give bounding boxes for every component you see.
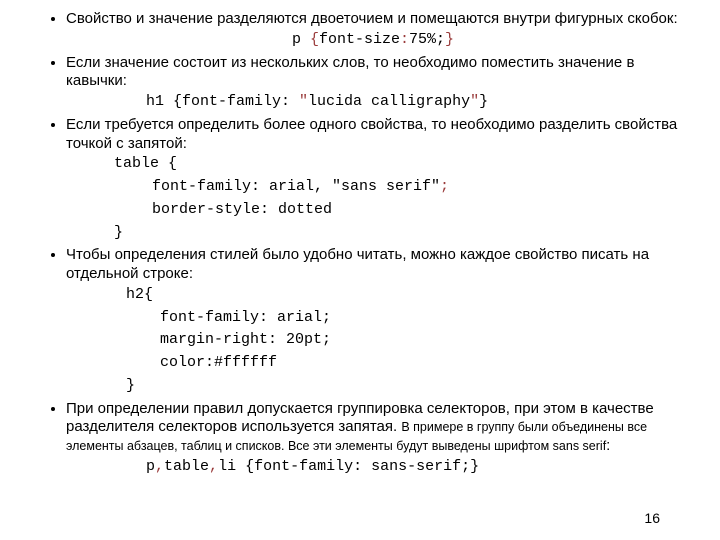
bullet-4-code-l5: } xyxy=(66,377,680,396)
bullet-3: Если требуется определить более одного с… xyxy=(66,116,680,243)
bullet-3-code-l2: font-family: arial, "sans serif"; xyxy=(66,178,680,197)
bullet-3-text: Если требуется определить более одного с… xyxy=(66,116,677,152)
bullet-1: Свойство и значение разделяются двоеточи… xyxy=(66,10,680,50)
bullet-3-code-l4: } xyxy=(66,224,680,243)
bullet-2: Если значение состоит из нескольких слов… xyxy=(66,54,680,112)
bullet-4-code-l2: font-family: arial; xyxy=(66,309,680,328)
bullet-2-text: Если значение состоит из нескольких слов… xyxy=(66,54,634,90)
bullet-2-code: h1 {font-family: "lucida calligraphy"} xyxy=(66,93,680,112)
bullet-list: Свойство и значение разделяются двоеточи… xyxy=(30,10,680,477)
bullet-3-code-l3: border-style: dotted xyxy=(66,201,680,220)
bullet-4-code-l4: color:#ffffff xyxy=(66,354,680,373)
page-number: 16 xyxy=(644,510,660,526)
bullet-4-code-l3: margin-right: 20pt; xyxy=(66,331,680,350)
bullet-5-text-c: : xyxy=(606,437,610,454)
bullet-5-code: p,table,li {font-family: sans-serif;} xyxy=(66,458,680,477)
bullet-1-text: Свойство и значение разделяются двоеточи… xyxy=(66,10,678,27)
bullet-4-text: Чтобы определения стилей было удобно чит… xyxy=(66,246,649,282)
bullet-4: Чтобы определения стилей было удобно чит… xyxy=(66,246,680,395)
bullet-3-code-l1: table { xyxy=(66,155,680,174)
bullet-4-code-l1: h2{ xyxy=(66,286,680,305)
bullet-1-code: p {font-size:75%;} xyxy=(66,31,680,50)
bullet-5: При определении правил допускается групп… xyxy=(66,400,680,477)
